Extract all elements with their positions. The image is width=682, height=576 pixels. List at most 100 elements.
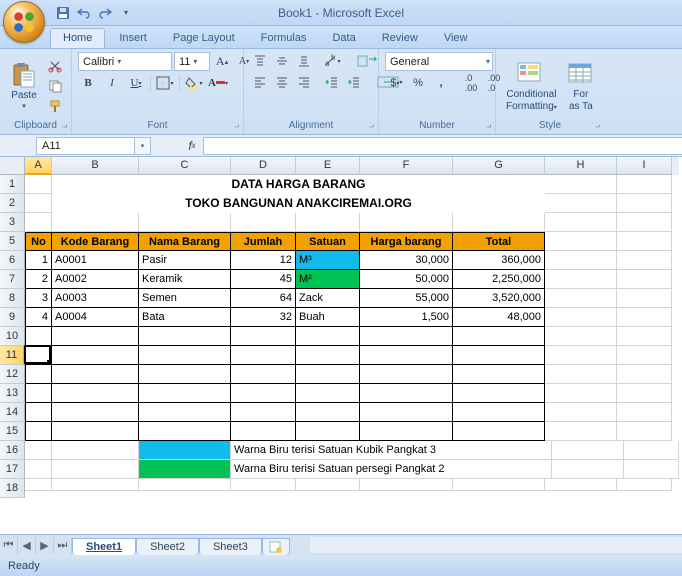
row-header[interactable]: 16 <box>0 441 25 460</box>
cell[interactable]: Zack <box>296 289 360 308</box>
increase-decimal-button[interactable]: .0.00 <box>461 74 481 92</box>
cell[interactable] <box>25 384 52 403</box>
row-header[interactable]: 11 <box>0 346 25 365</box>
cell[interactable] <box>25 460 52 479</box>
cell[interactable]: 64 <box>231 289 296 308</box>
align-left-button[interactable] <box>250 73 270 91</box>
header-jumlah[interactable]: Jumlah <box>231 232 296 251</box>
office-button[interactable] <box>3 1 45 43</box>
cell[interactable] <box>624 460 679 479</box>
cell[interactable] <box>453 213 545 232</box>
cell[interactable] <box>617 194 672 213</box>
row-header[interactable]: 14 <box>0 403 25 422</box>
cell[interactable] <box>545 479 617 491</box>
cell[interactable] <box>360 365 453 384</box>
cell[interactable]: A0001 <box>52 251 139 270</box>
cell[interactable] <box>617 479 672 491</box>
copy-button[interactable] <box>45 77 65 95</box>
cell[interactable]: 45 <box>231 270 296 289</box>
legend-swatch-blue[interactable] <box>139 441 231 460</box>
cell[interactable]: 3,520,000 <box>453 289 545 308</box>
cell[interactable] <box>360 384 453 403</box>
format-as-table-button[interactable]: For as Ta <box>564 58 598 114</box>
font-name-combo[interactable]: Calibri▾ <box>78 52 172 71</box>
header-harga[interactable]: Harga barang <box>360 232 453 251</box>
row-header[interactable]: 13 <box>0 384 25 403</box>
cell[interactable] <box>360 213 453 232</box>
cell[interactable] <box>453 365 545 384</box>
header-nama[interactable]: Nama Barang <box>139 232 231 251</box>
col-header[interactable]: H <box>545 157 617 175</box>
cell[interactable] <box>617 365 672 384</box>
col-header[interactable]: E <box>296 157 360 175</box>
cell[interactable] <box>545 308 617 327</box>
select-all-corner[interactable] <box>0 157 25 175</box>
col-header[interactable]: G <box>453 157 545 175</box>
font-size-combo[interactable]: 11▾ <box>174 52 210 71</box>
sheet-nav-last[interactable]: ⏭ <box>54 537 72 554</box>
cell[interactable]: 1 <box>25 251 52 270</box>
undo-icon[interactable] <box>76 5 92 21</box>
sheet-nav-first[interactable]: ⏮ <box>0 537 18 554</box>
legend-swatch-green[interactable] <box>139 460 231 479</box>
row-header[interactable]: 7 <box>0 270 25 289</box>
align-bottom-button[interactable] <box>294 52 314 70</box>
header-no[interactable]: No <box>25 232 52 251</box>
cell[interactable] <box>25 194 52 213</box>
cell[interactable] <box>25 346 52 365</box>
title-cell[interactable]: DATA HARGA BARANG <box>52 175 545 194</box>
cell[interactable] <box>552 441 624 460</box>
save-icon[interactable] <box>55 5 71 21</box>
number-format-combo[interactable]: General▾ <box>385 52 493 71</box>
cell[interactable]: A0003 <box>52 289 139 308</box>
cell[interactable] <box>545 346 617 365</box>
cell[interactable] <box>52 460 139 479</box>
cell[interactable] <box>617 213 672 232</box>
tab-formulas[interactable]: Formulas <box>249 29 319 48</box>
cell[interactable] <box>52 479 139 491</box>
tab-home[interactable]: Home <box>50 28 105 48</box>
cell[interactable] <box>231 327 296 346</box>
cell[interactable]: A0004 <box>52 308 139 327</box>
col-header[interactable]: F <box>360 157 453 175</box>
paste-button[interactable]: Paste ▾ <box>6 59 42 112</box>
cell[interactable] <box>52 403 139 422</box>
cell[interactable] <box>360 403 453 422</box>
cell[interactable] <box>25 175 52 194</box>
cell[interactable] <box>231 422 296 441</box>
cell[interactable] <box>52 213 139 232</box>
cell[interactable] <box>52 346 139 365</box>
cell[interactable] <box>453 327 545 346</box>
cell[interactable] <box>139 422 231 441</box>
cell[interactable] <box>453 346 545 365</box>
underline-button[interactable]: U▾ <box>126 74 146 92</box>
cell[interactable] <box>617 270 672 289</box>
cell[interactable] <box>617 403 672 422</box>
cell[interactable] <box>139 384 231 403</box>
cell[interactable] <box>231 213 296 232</box>
cell[interactable] <box>139 327 231 346</box>
col-header[interactable]: A <box>25 157 52 175</box>
cell[interactable]: Semen <box>139 289 231 308</box>
cell[interactable] <box>25 213 52 232</box>
cell[interactable]: 3 <box>25 289 52 308</box>
cell[interactable] <box>545 270 617 289</box>
cell[interactable] <box>545 422 617 441</box>
cell[interactable] <box>296 403 360 422</box>
bold-button[interactable]: B <box>78 74 98 92</box>
cell[interactable] <box>231 365 296 384</box>
cell[interactable]: 1,500 <box>360 308 453 327</box>
cell[interactable] <box>624 441 679 460</box>
cell[interactable] <box>296 479 360 491</box>
wrap-text-button[interactable] <box>354 52 382 70</box>
font-color-button[interactable]: A▾ <box>208 74 228 92</box>
cell[interactable] <box>617 289 672 308</box>
new-sheet-button[interactable] <box>262 538 290 555</box>
name-box[interactable]: A11 <box>36 137 135 155</box>
cell[interactable]: 30,000 <box>360 251 453 270</box>
cell[interactable]: Buah <box>296 308 360 327</box>
align-center-button[interactable] <box>272 73 292 91</box>
redo-icon[interactable] <box>97 5 113 21</box>
sheet-tab-1[interactable]: Sheet1 <box>72 538 136 555</box>
cell[interactable]: 50,000 <box>360 270 453 289</box>
